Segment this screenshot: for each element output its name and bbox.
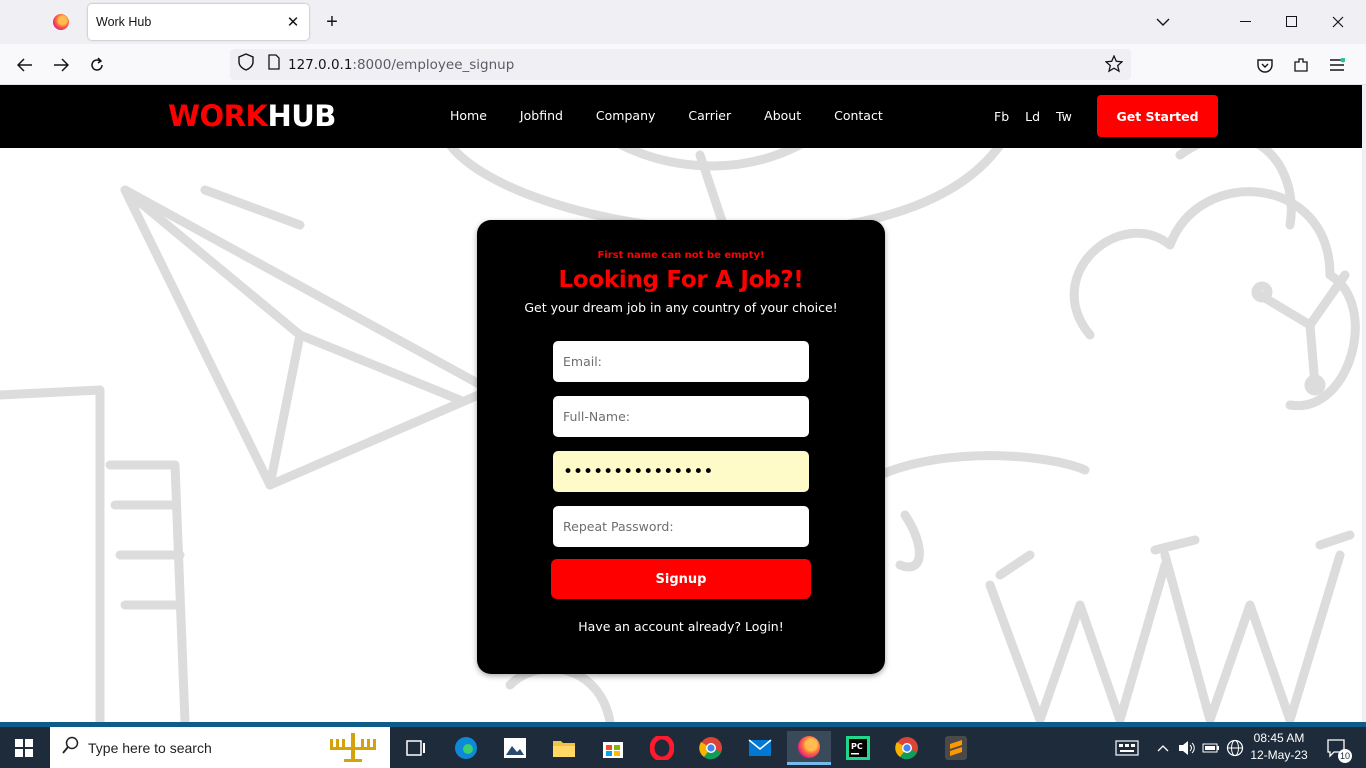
form-subheading: Get your dream job in any country of you… — [524, 300, 838, 315]
task-view-icon[interactable] — [394, 731, 438, 765]
firefox-taskbar-icon[interactable] — [787, 731, 831, 765]
bookmark-star-icon[interactable] — [1104, 54, 1124, 78]
show-hidden-icons-chevron-icon[interactable] — [1152, 727, 1174, 768]
search-icon — [62, 736, 80, 759]
main-menu: Home Jobfind Company Carrier About Conta… — [450, 108, 916, 123]
new-tab-button[interactable]: + — [318, 8, 346, 36]
browser-tab[interactable]: Work Hub ✕ — [88, 4, 309, 40]
web-page: WORKHUB Home Jobfind Company Carrier Abo… — [0, 85, 1362, 722]
menu-item-carrier[interactable]: Carrier — [688, 108, 731, 123]
forward-icon[interactable] — [46, 50, 76, 80]
file-explorer-icon[interactable] — [542, 731, 586, 765]
tab-close-icon[interactable]: ✕ — [281, 10, 305, 34]
menu-item-home[interactable]: Home — [450, 108, 487, 123]
shield-icon[interactable] — [238, 53, 254, 76]
notification-count-badge: 10 — [1338, 749, 1352, 763]
keyboard-layout-icon[interactable] — [1112, 727, 1142, 768]
clock-time: 08:45 AM — [1253, 731, 1305, 745]
firefox-icon — [798, 735, 820, 758]
signup-card: First name can not be empty! Looking For… — [477, 220, 885, 674]
logo-hub: HUB — [267, 99, 336, 133]
url-host: 127.0.0.1 — [288, 56, 353, 73]
window-edge — [1362, 85, 1366, 722]
mail-app-icon[interactable] — [738, 731, 782, 765]
signup-button[interactable]: Signup — [551, 559, 811, 599]
taskbar-search-box[interactable]: Type here to search — [50, 727, 390, 768]
extensions-icon[interactable] — [1286, 50, 1316, 80]
edge-browser-icon[interactable] — [444, 731, 488, 765]
windows-start-icon[interactable] — [0, 727, 48, 768]
notification-center-icon[interactable]: 10 — [1320, 727, 1354, 768]
browser-toolbar: 127.0.0.1:8000/employee_signup — [0, 44, 1366, 85]
url-path: :8000/employee_signup — [352, 56, 515, 73]
network-globe-icon[interactable] — [1224, 727, 1246, 768]
menu-icon[interactable] — [1322, 50, 1352, 80]
battery-icon[interactable] — [1200, 727, 1222, 768]
menu-item-about[interactable]: About — [764, 108, 801, 123]
social-links: Fb Ld Tw — [994, 109, 1088, 124]
taskbar-clock[interactable]: 08:45 AM 12-May-23 — [1244, 730, 1314, 764]
svg-text:PC: PC — [851, 742, 863, 751]
form-error-message: First name can not be empty! — [597, 250, 765, 261]
microsoft-store-icon[interactable] — [591, 731, 635, 765]
firefox-icon — [53, 14, 69, 30]
social-link-facebook[interactable]: Fb — [994, 109, 1009, 124]
minimize-window-icon[interactable] — [1223, 0, 1269, 44]
repeat-password-field[interactable]: Repeat Password: — [553, 506, 809, 547]
password-field[interactable]: ••••••••••••••• — [553, 451, 809, 492]
close-window-icon[interactable] — [1315, 0, 1361, 44]
url-text[interactable]: 127.0.0.1:8000/employee_signup — [288, 57, 514, 73]
volume-icon[interactable] — [1176, 727, 1198, 768]
site-header: WORKHUB Home Jobfind Company Carrier Abo… — [0, 85, 1362, 148]
back-icon[interactable] — [10, 50, 40, 80]
form-heading: Looking For A Job?! — [558, 267, 804, 293]
pocket-icon[interactable] — [1250, 50, 1280, 80]
get-started-button[interactable]: Get Started — [1097, 95, 1218, 137]
social-link-linkedin[interactable]: Ld — [1025, 109, 1040, 124]
chrome-browser-icon[interactable] — [689, 731, 733, 765]
chrome-browser-icon-2[interactable] — [885, 731, 929, 765]
menu-item-company[interactable]: Company — [596, 108, 655, 123]
logo-work: WORK — [168, 99, 268, 133]
site-logo[interactable]: WORKHUB — [168, 99, 336, 133]
reload-icon[interactable] — [82, 50, 112, 80]
menorah-icon — [324, 731, 382, 768]
page-icon[interactable] — [268, 54, 280, 75]
photos-app-icon[interactable] — [493, 731, 537, 765]
maximize-window-icon[interactable] — [1269, 0, 1315, 44]
windows-taskbar: Type here to search PC 08:45 AM 12-May-2… — [0, 722, 1366, 768]
opera-browser-icon[interactable] — [640, 731, 684, 765]
menu-item-jobfind[interactable]: Jobfind — [520, 108, 563, 123]
firefox-view-button[interactable] — [38, 6, 84, 38]
pycharm-icon[interactable]: PC — [836, 731, 880, 765]
url-bar[interactable]: 127.0.0.1:8000/employee_signup — [230, 49, 1131, 80]
menu-item-contact[interactable]: Contact — [834, 108, 883, 123]
tab-title: Work Hub — [96, 15, 152, 29]
social-link-twitter[interactable]: Tw — [1056, 109, 1072, 124]
browser-tab-bar: Work Hub ✕ + — [0, 0, 1366, 44]
list-all-tabs-chevron-icon[interactable] — [1150, 10, 1176, 34]
sublime-text-icon[interactable] — [934, 731, 978, 765]
search-placeholder: Type here to search — [88, 739, 212, 756]
login-link[interactable]: Have an account already? Login! — [477, 619, 885, 634]
clock-date: 12-May-23 — [1250, 748, 1308, 762]
fullname-field[interactable]: Full-Name: — [553, 396, 809, 437]
email-field[interactable]: Email: — [553, 341, 809, 382]
